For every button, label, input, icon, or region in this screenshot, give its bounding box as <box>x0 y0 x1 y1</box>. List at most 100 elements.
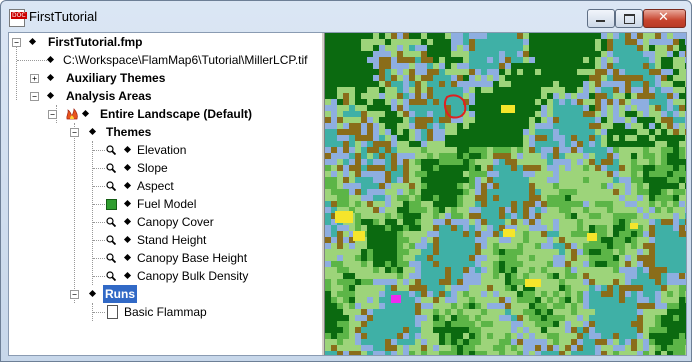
map-cell <box>655 195 661 201</box>
map-cell <box>517 255 523 261</box>
theme-item-canopy-cover[interactable]: Canopy Cover <box>137 213 214 231</box>
map-cell <box>577 297 583 303</box>
theme-item-canopy-base-height[interactable]: Canopy Base Height <box>137 249 247 267</box>
map-cell <box>499 351 505 355</box>
map-cell <box>589 351 595 355</box>
map-cell <box>649 225 655 231</box>
run-item-basic-flammap[interactable]: Basic Flammap <box>124 303 207 321</box>
map-cell <box>463 225 469 231</box>
map-cell <box>421 45 427 51</box>
map-cell <box>643 303 649 309</box>
maximize-button[interactable] <box>615 9 643 28</box>
map-cell <box>529 87 535 93</box>
map-cell <box>391 123 397 129</box>
map-cell <box>517 87 523 93</box>
map-cell <box>637 165 643 171</box>
map-cell <box>385 33 391 39</box>
map-cell <box>457 57 463 63</box>
map-cell <box>661 123 667 129</box>
landscape-map[interactable] <box>325 33 686 355</box>
expand-toggle[interactable]: + <box>30 74 39 83</box>
map-cell <box>355 99 361 105</box>
theme-item-elevation[interactable]: Elevation <box>137 141 186 159</box>
theme-item-fuel-model[interactable]: Fuel Model <box>137 195 196 213</box>
map-cell <box>331 315 337 321</box>
map-cell <box>553 39 559 45</box>
tree-node-themes[interactable]: Themes <box>106 123 151 141</box>
tree-node-landscape-file[interactable]: C:\Workspace\FlamMap6\Tutorial\MillerLCP… <box>63 51 308 69</box>
map-cell <box>547 195 553 201</box>
minimize-button[interactable] <box>587 9 615 28</box>
tree-node-auxiliary-themes[interactable]: Auxiliary Themes <box>66 69 165 87</box>
map-cell <box>487 189 493 195</box>
expand-toggle[interactable]: − <box>12 38 21 47</box>
map-cell <box>517 273 523 279</box>
map-cell <box>451 327 457 333</box>
map-cell <box>685 279 686 285</box>
map-cell <box>571 297 577 303</box>
map-cell <box>607 69 613 75</box>
theme-item-aspect[interactable]: Aspect <box>137 177 174 195</box>
expand-toggle[interactable]: − <box>70 128 79 137</box>
map-cell <box>445 273 451 279</box>
theme-item-slope[interactable]: Slope <box>137 159 168 177</box>
map-cell <box>595 201 601 207</box>
map-cell <box>529 225 535 231</box>
theme-item-stand-height[interactable]: Stand Height <box>137 231 206 249</box>
map-cell <box>661 189 667 195</box>
map-cell <box>577 189 583 195</box>
tree-node-analysis-areas[interactable]: Analysis Areas <box>66 87 152 105</box>
map-cell <box>511 219 517 225</box>
map-cell <box>565 237 571 243</box>
map-cell <box>463 75 469 81</box>
map-cell <box>499 297 505 303</box>
theme-item-canopy-bulk-density[interactable]: Canopy Bulk Density <box>137 267 248 285</box>
map-cell <box>607 255 613 261</box>
map-cell <box>667 69 673 75</box>
map-cell <box>607 93 613 99</box>
project-tree[interactable]: − FirstTutorial.fmp C:\Workspace\FlamMap… <box>9 33 321 355</box>
map-cell <box>589 57 595 63</box>
map-cell <box>469 249 475 255</box>
tree-node-entire-landscape[interactable]: Entire Landscape (Default) <box>100 105 252 123</box>
map-cell <box>541 321 547 327</box>
magnifier-icon <box>106 235 116 245</box>
map-cell <box>373 177 379 183</box>
expand-toggle[interactable]: − <box>70 290 79 299</box>
map-cell <box>397 321 403 327</box>
map-cell <box>649 315 655 321</box>
tree-node-root[interactable]: FirstTutorial.fmp <box>48 33 142 51</box>
map-cell <box>409 99 415 105</box>
map-cell <box>445 141 451 147</box>
map-cell <box>325 213 331 219</box>
close-button[interactable]: ✕ <box>643 9 686 28</box>
tree-node-runs[interactable]: Runs <box>102 284 138 304</box>
map-cell <box>361 165 367 171</box>
map-cell <box>679 195 685 201</box>
map-cell <box>571 93 577 99</box>
map-cell <box>637 39 643 45</box>
map-cell <box>589 45 595 51</box>
map-cell <box>607 195 613 201</box>
map-cell <box>499 249 505 255</box>
map-cell <box>367 321 373 327</box>
map-cell <box>607 333 613 339</box>
expand-toggle[interactable]: − <box>48 110 57 119</box>
map-cell <box>415 63 421 69</box>
map-cell <box>649 123 655 129</box>
expand-toggle[interactable]: − <box>30 92 39 101</box>
map-cell <box>661 93 667 99</box>
map-cell <box>655 147 661 153</box>
map-cell <box>445 81 451 87</box>
title-bar[interactable]: DOC FirstTutorial ✕ <box>1 1 691 31</box>
map-cell <box>337 345 343 351</box>
map-cell <box>517 195 523 201</box>
map-cell <box>421 99 427 105</box>
map-cell <box>511 297 517 303</box>
document-icon[interactable]: DOC <box>9 9 27 27</box>
map-cell <box>427 339 433 345</box>
map-cell <box>601 105 607 111</box>
map-cell <box>343 93 349 99</box>
map-canvas[interactable] <box>325 33 686 355</box>
map-cell <box>379 117 385 123</box>
